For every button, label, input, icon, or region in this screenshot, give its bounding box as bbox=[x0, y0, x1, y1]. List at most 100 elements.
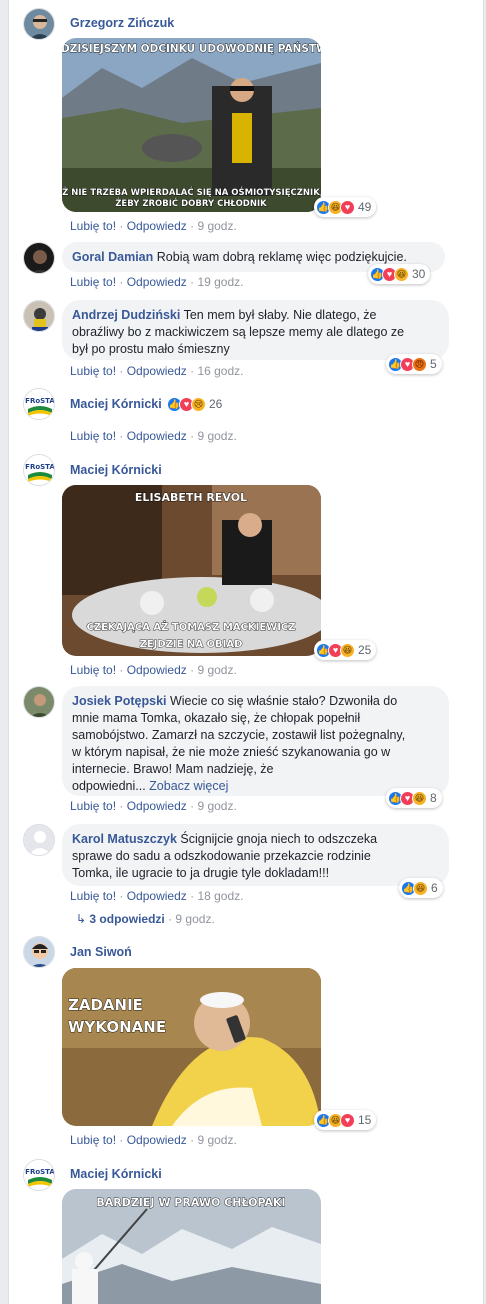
avatar[interactable] bbox=[23, 936, 55, 968]
avatar[interactable] bbox=[23, 300, 55, 332]
reply-link[interactable]: Odpowiedz bbox=[127, 364, 187, 378]
separator: · bbox=[116, 219, 127, 233]
reply-link[interactable]: Odpowiedz bbox=[127, 275, 187, 289]
comment-author[interactable]: Jan Siwoń bbox=[70, 945, 132, 959]
comment-actions: Lubię to! · Odpowiedz · 9 godz. bbox=[70, 219, 237, 233]
comment-bubble: Karol Matuszczyk Ścignijcie gnoja niech … bbox=[62, 824, 449, 886]
reaction-summary[interactable]: 👍 ♥ 😆 25 bbox=[314, 640, 377, 660]
separator: · bbox=[186, 799, 198, 813]
timestamp[interactable]: 19 godz. bbox=[197, 275, 243, 289]
comment-text: internecie. Brawo! Mam nadzieję, że bbox=[72, 762, 274, 776]
view-replies-link[interactable]: ↳ 3 odpowiedzi · 9 godz. bbox=[76, 912, 215, 926]
timestamp[interactable]: 9 godz. bbox=[197, 663, 236, 677]
meme-bottom-text: CZEKAJĄCA AŻ TOMASZ MACKIEWICZ bbox=[86, 619, 295, 633]
like-link[interactable]: Lubię to! bbox=[70, 429, 116, 443]
reaction-summary[interactable]: 👍 😆 ♥ 15 bbox=[314, 1110, 377, 1130]
comment-actions: Lubię to! · Odpowiedz · 9 godz. bbox=[70, 799, 237, 813]
haha-icon: 😆 bbox=[412, 790, 427, 806]
comment-author[interactable]: Maciej Kórnicki bbox=[70, 397, 162, 411]
comment-author[interactable]: Andrzej Dudziński bbox=[72, 308, 180, 322]
reaction-summary[interactable]: 👍 ♥ 😆 30 bbox=[368, 264, 431, 284]
angry-icon: 😠 bbox=[412, 356, 427, 372]
meme-top-text: ELISABETH REVOL bbox=[135, 491, 247, 504]
reply-arrow-icon: ↳ bbox=[76, 912, 87, 926]
replies-count[interactable]: 3 odpowiedzi bbox=[89, 912, 164, 926]
timestamp[interactable]: 9 godz. bbox=[197, 429, 236, 443]
reaction-summary[interactable]: 👍 ♥ 😆 8 bbox=[386, 788, 442, 808]
comment-bubble: Josiek Potępski Wiecie co się właśnie st… bbox=[62, 686, 449, 796]
separator: · bbox=[186, 275, 198, 289]
comment-author[interactable]: Grzegorz Zińczuk bbox=[70, 16, 174, 30]
separator: · bbox=[116, 275, 127, 289]
reaction-count: 25 bbox=[358, 643, 372, 657]
like-link[interactable]: Lubię to! bbox=[70, 889, 116, 903]
comment-meme-image[interactable]: W DZISIEJSZYM ODCINKU UDOWODNIĘ PAŃSTWU … bbox=[62, 38, 321, 212]
avatar[interactable]: FRoSTA bbox=[23, 454, 55, 486]
separator: · bbox=[116, 1133, 127, 1147]
like-link[interactable]: Lubię to! bbox=[70, 799, 116, 813]
avatar[interactable] bbox=[23, 824, 55, 856]
like-link[interactable]: Lubię to! bbox=[70, 275, 116, 289]
avatar[interactable]: FRoSTA bbox=[23, 1159, 55, 1191]
avatar[interactable] bbox=[23, 8, 55, 40]
haha-icon: 😆 bbox=[340, 642, 355, 658]
meme-bottom-text: IŻ NIE TRZEBA WPIERDALAĆ SIĘ NA OŚMIOTYS… bbox=[62, 186, 321, 198]
reaction-summary[interactable]: 👍 😆 6 bbox=[399, 878, 443, 898]
like-link[interactable]: Lubię to! bbox=[70, 1133, 116, 1147]
separator: · bbox=[116, 429, 127, 443]
timestamp[interactable]: 9 godz. bbox=[197, 799, 236, 813]
separator: · bbox=[186, 1133, 198, 1147]
avatar[interactable]: FRoSTA bbox=[23, 388, 55, 420]
comment-author[interactable]: Josiek Potępski bbox=[72, 694, 167, 708]
comment-text: Robią wam dobrą reklamę więc podziękujci… bbox=[156, 250, 407, 264]
reply-link[interactable]: Odpowiedz bbox=[127, 663, 187, 677]
comment-author[interactable]: Goral Damian bbox=[72, 250, 153, 264]
meme-bottom-text: ŻEBY ZROBIĆ DOBRY CHŁODNIK bbox=[115, 197, 267, 209]
comment-meme-image[interactable]: ELISABETH REVOL CZEKAJĄCA AŻ TOMASZ MACK… bbox=[62, 485, 321, 656]
meme-top-text: BARDZIEJ W PRAWO CHŁOPAKI bbox=[96, 1196, 285, 1209]
comment-author[interactable]: Karol Matuszczyk bbox=[72, 832, 177, 846]
reply-link[interactable]: Odpowiedz bbox=[127, 1133, 187, 1147]
avatar[interactable] bbox=[23, 242, 55, 274]
see-more-link[interactable]: Zobacz więcej bbox=[149, 779, 228, 793]
timestamp[interactable]: 18 godz. bbox=[197, 889, 243, 903]
svg-text:FRoSTA: FRoSTA bbox=[25, 397, 55, 405]
sad-icon: 😢 bbox=[191, 396, 206, 412]
love-icon: ♥ bbox=[340, 199, 355, 215]
comment-text: mnie mama Tomka, okazało się, że chłopak… bbox=[72, 711, 361, 725]
comment-text: obraźliwy bo z mackiwiczem są lepsze mem… bbox=[72, 325, 405, 339]
comment-author[interactable]: Maciej Kórnicki bbox=[70, 1167, 162, 1181]
separator: · bbox=[186, 429, 198, 443]
comment-text: Ten mem był słaby. Nie dlatego, że bbox=[183, 308, 377, 322]
reaction-count: 49 bbox=[358, 200, 372, 214]
timestamp[interactable]: 9 godz. bbox=[197, 219, 236, 233]
svg-text:FRoSTA: FRoSTA bbox=[25, 463, 55, 471]
reaction-summary[interactable]: 👍 😆 ♥ 49 bbox=[314, 197, 377, 217]
comment-text: samobójstwo. Zamarzł na szczycie, zostaw… bbox=[72, 728, 406, 742]
comment-meme-image[interactable]: BARDZIEJ W PRAWO CHŁOPAKI bbox=[62, 1189, 321, 1304]
comment-text: Ścignijcie gnoja niech to odszczeka bbox=[180, 832, 378, 846]
reaction-summary[interactable]: 👍 ♥ 😢 26 bbox=[165, 394, 227, 414]
comment-text: Wiecie co się właśnie stało? Dzwoniła do bbox=[169, 694, 398, 708]
comment-meme-image[interactable]: ZADANIE WYKONANE bbox=[62, 968, 321, 1126]
comment-author[interactable]: Maciej Kórnicki bbox=[70, 463, 162, 477]
meme-text: WYKONANE bbox=[68, 1018, 166, 1036]
reply-link[interactable]: Odpowiedz bbox=[127, 219, 187, 233]
reaction-count: 30 bbox=[412, 267, 426, 281]
love-icon: ♥ bbox=[340, 1112, 355, 1128]
meme-bottom-text: ZEJDZIE NA OBIAD bbox=[140, 639, 243, 650]
reaction-count: 15 bbox=[358, 1113, 372, 1127]
timestamp[interactable]: 16 godz. bbox=[197, 364, 243, 378]
separator: · bbox=[186, 889, 198, 903]
reaction-count: 26 bbox=[209, 397, 223, 411]
reaction-summary[interactable]: 👍 ♥ 😠 5 bbox=[386, 354, 442, 374]
like-link[interactable]: Lubię to! bbox=[70, 364, 116, 378]
like-link[interactable]: Lubię to! bbox=[70, 663, 116, 677]
reply-link[interactable]: Odpowiedz bbox=[127, 429, 187, 443]
reply-link[interactable]: Odpowiedz bbox=[127, 799, 187, 813]
separator: · bbox=[164, 912, 176, 926]
like-link[interactable]: Lubię to! bbox=[70, 219, 116, 233]
reply-link[interactable]: Odpowiedz bbox=[127, 889, 187, 903]
timestamp[interactable]: 9 godz. bbox=[197, 1133, 236, 1147]
avatar[interactable] bbox=[23, 686, 55, 718]
